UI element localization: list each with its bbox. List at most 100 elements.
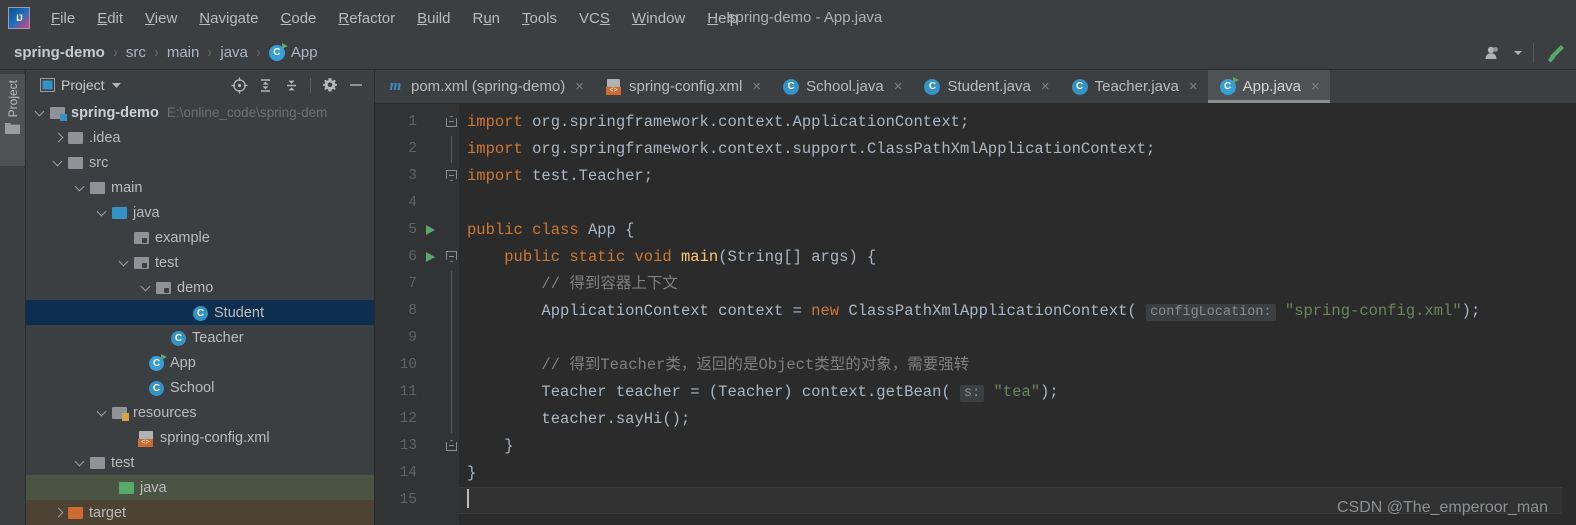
chevron-down-icon[interactable]	[140, 281, 153, 294]
code-line-7[interactable]: // 得到容器上下文	[459, 271, 1562, 298]
tree-label: test	[155, 254, 179, 271]
chevron-down-icon[interactable]	[34, 106, 47, 119]
fold-region-method-end[interactable]	[445, 433, 459, 460]
code-text-area[interactable]: import org.springframework.context.Appli…	[459, 104, 1562, 525]
tree-row-target[interactable]: target	[26, 500, 374, 525]
code-line-11[interactable]: Teacher teacher = (Teacher) context.getB…	[459, 379, 1562, 406]
tree-row-app[interactable]: C App	[26, 350, 374, 375]
hide-minimize-icon[interactable]	[346, 75, 366, 95]
code-editor[interactable]: 1 2 3 4 5 6 7 8 9 10 11 12 13 14 15 impo…	[375, 104, 1576, 525]
tree-row-spring-config-xml[interactable]: spring-config.xml	[26, 425, 374, 450]
chevron-down-icon[interactable]	[96, 406, 109, 419]
code-line-6[interactable]: public static void main(String[] args) {	[459, 244, 1562, 271]
fold-region-imports-start[interactable]	[445, 109, 459, 136]
code-line-10[interactable]: // 得到Teacher类，返回的是Object类型的对象，需要强转	[459, 352, 1562, 379]
tree-row-example[interactable]: example	[26, 225, 374, 250]
editor-vertical-scrollbar[interactable]	[1562, 104, 1576, 525]
menu-navigate[interactable]: Navigate	[188, 8, 269, 29]
editor-tab-spring-config-xml[interactable]: spring-config.xml ×	[594, 70, 771, 103]
fold-collapse-icon[interactable]	[446, 440, 457, 451]
locate-target-icon[interactable]	[229, 75, 249, 95]
menu-code[interactable]: Code	[270, 8, 328, 29]
chevron-down-icon[interactable]	[111, 82, 122, 89]
close-icon[interactable]: ×	[1189, 79, 1198, 94]
code-line-3[interactable]: import test.Teacher;	[459, 163, 1562, 190]
menu-edit[interactable]: Edit	[86, 8, 134, 29]
code-line-4[interactable]	[459, 190, 1562, 217]
hammer-build-icon[interactable]	[1544, 42, 1566, 64]
close-icon[interactable]: ×	[1041, 79, 1050, 94]
collapse-all-icon[interactable]	[281, 75, 301, 95]
code-line-13[interactable]: }	[459, 433, 1562, 460]
run-method-marker[interactable]	[423, 244, 445, 271]
menu-view[interactable]: View	[134, 8, 188, 29]
editor-tab-teacher-java[interactable]: C Teacher.java ×	[1060, 70, 1208, 103]
editor-tab-student-java[interactable]: C Student.java ×	[912, 70, 1059, 103]
tree-row-test-package[interactable]: test	[26, 250, 374, 275]
tree-row-test-folder[interactable]: test	[26, 450, 374, 475]
chevron-down-icon[interactable]	[96, 206, 109, 219]
menu-run[interactable]: Run	[461, 8, 511, 29]
breadcrumb-item-4[interactable]: App	[291, 44, 318, 61]
tree-row-spring-demo[interactable]: spring-demo E:\online_code\spring-dem	[26, 100, 374, 125]
code-line-12[interactable]: teacher.sayHi();	[459, 406, 1562, 433]
code-line-8[interactable]: ApplicationContext context = new ClassPa…	[459, 298, 1562, 325]
fold-collapse-icon[interactable]	[446, 116, 457, 127]
chevron-right-icon[interactable]	[52, 131, 65, 144]
code-folding-gutter[interactable]	[445, 104, 459, 525]
chevron-down-icon[interactable]	[118, 256, 131, 269]
tree-row-main[interactable]: main	[26, 175, 374, 200]
project-tree[interactable]: spring-demo E:\online_code\spring-dem .i…	[26, 100, 374, 525]
close-icon[interactable]: ×	[894, 79, 903, 94]
close-icon[interactable]: ×	[575, 79, 584, 94]
menu-tools[interactable]: Tools	[511, 8, 568, 29]
fold-region-imports-end[interactable]	[445, 163, 459, 190]
run-play-icon[interactable]	[426, 225, 435, 235]
menu-refactor[interactable]: Refactor	[327, 8, 406, 29]
breadcrumb-item-2[interactable]: main	[167, 44, 200, 61]
tree-row-student[interactable]: C Student	[26, 300, 374, 325]
chevron-down-icon[interactable]	[74, 456, 87, 469]
fold-collapse-icon[interactable]	[446, 251, 457, 262]
fold-collapse-icon[interactable]	[446, 170, 457, 181]
fold-region-method-start[interactable]	[445, 244, 459, 271]
chevron-down-icon[interactable]	[1513, 49, 1523, 57]
editor-tab-school-java[interactable]: C School.java ×	[771, 70, 912, 103]
code-line-9[interactable]	[459, 325, 1562, 352]
run-play-icon[interactable]	[426, 252, 435, 262]
close-icon[interactable]: ×	[752, 79, 761, 94]
chevron-right-icon[interactable]	[52, 506, 65, 519]
code-line-15[interactable]	[459, 487, 1562, 514]
chevron-down-icon[interactable]	[52, 156, 65, 169]
chevron-down-icon[interactable]	[74, 181, 87, 194]
code-line-14[interactable]: }	[459, 460, 1562, 487]
breadcrumb-item-1[interactable]: src	[126, 44, 146, 61]
user-account-icon[interactable]	[1485, 45, 1503, 61]
close-icon[interactable]: ×	[1311, 79, 1320, 94]
editor-tab-app-java[interactable]: C App.java ×	[1207, 70, 1330, 103]
breadcrumb-item-0[interactable]: spring-demo	[14, 44, 105, 61]
tree-row-demo[interactable]: demo	[26, 275, 374, 300]
tree-row-resources[interactable]: resources	[26, 400, 374, 425]
tree-row-school[interactable]: C School	[26, 375, 374, 400]
tree-row-java-source-root[interactable]: java	[26, 200, 374, 225]
tree-row-teacher[interactable]: C Teacher	[26, 325, 374, 350]
code-line-1[interactable]: import org.springframework.context.Appli…	[459, 109, 1562, 136]
editor-tab-pom-xml[interactable]: m pom.xml (spring-demo) ×	[375, 70, 594, 103]
settings-gear-icon[interactable]	[320, 75, 340, 95]
expand-all-icon[interactable]	[255, 75, 275, 95]
menu-window[interactable]: Window	[621, 8, 696, 29]
tree-row-idea[interactable]: .idea	[26, 125, 374, 150]
menu-file[interactable]: File	[40, 8, 86, 29]
code-line-2[interactable]: import org.springframework.context.suppo…	[459, 136, 1562, 163]
divider	[1533, 43, 1534, 63]
breadcrumb-separator: ›	[207, 44, 212, 61]
tree-row-src[interactable]: src	[26, 150, 374, 175]
tree-row-test-java-source-root[interactable]: java	[26, 475, 374, 500]
breadcrumb-item-3[interactable]: java	[220, 44, 248, 61]
code-line-5[interactable]: public class App {	[459, 217, 1562, 244]
run-class-marker[interactable]	[423, 217, 445, 244]
menu-build[interactable]: Build	[406, 8, 461, 29]
menu-vcs[interactable]: VCS	[568, 8, 621, 29]
tool-window-tab-project[interactable]: Project	[0, 74, 25, 166]
